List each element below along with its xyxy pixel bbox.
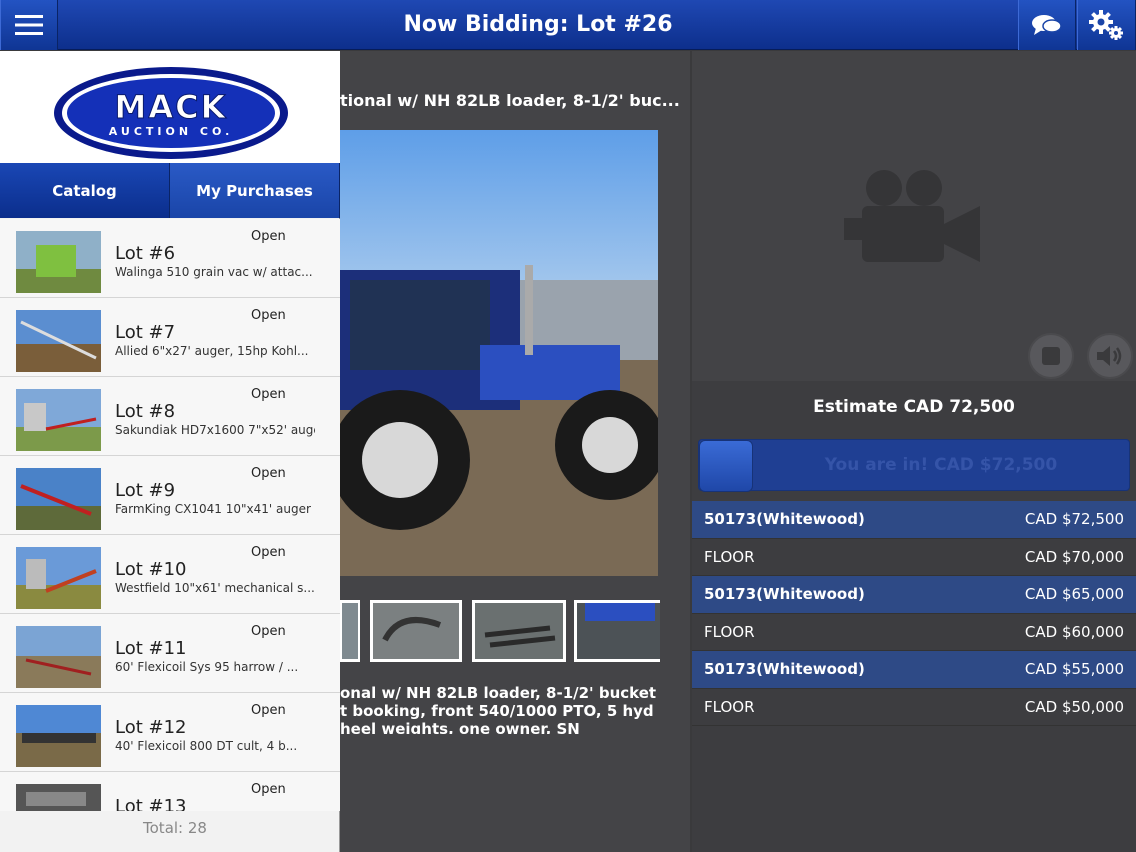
gears-icon (1088, 10, 1123, 40)
lot-list-item[interactable]: Open Lot #13 (0, 772, 340, 811)
lot-title: Lot #12 (115, 717, 187, 738)
lot-title: Lot #9 (115, 480, 176, 501)
lot-subtitle: 40' Flexicoil 800 DT cult, 4 b... (115, 739, 298, 753)
lot-description: onal w/ NH 82LB loader, 8-1/2' bucket t … (340, 684, 657, 734)
hamburger-icon (15, 15, 43, 35)
bidder: 50173(Whitewood) (704, 510, 865, 529)
lot-subtitle: 60' Flexicoil Sys 95 harrow / ... (115, 660, 299, 674)
lot-thumbnail (16, 310, 101, 372)
bid-amount: CAD $60,000 (1024, 622, 1124, 641)
lot-thumbnail (16, 626, 101, 688)
bid-amount: CAD $50,000 (1024, 697, 1124, 716)
lot-status: Open (251, 703, 286, 718)
lot-list-item[interactable]: Open Lot #6 Walinga 510 grain vac w/ att… (0, 219, 340, 298)
bid-row: 50173(Whitewood) CAD $72,500 (692, 501, 1136, 539)
lot-subtitle: Allied 6"x27' auger, 15hp Kohl... (115, 344, 309, 358)
lot-list-item[interactable]: Open Lot #10 Westfield 10"x61' mechanica… (0, 535, 340, 614)
menu-button[interactable] (0, 0, 58, 50)
bid-row: 50173(Whitewood) CAD $65,000 (692, 576, 1136, 614)
lot-thumbnail (16, 389, 101, 451)
lot-list-item[interactable]: Open Lot #7 Allied 6"x27' auger, 15hp Ko… (0, 298, 340, 377)
stop-button[interactable] (1028, 333, 1074, 379)
drawer-tabs: Catalog My Purchases (0, 163, 340, 218)
lot-thumbnail (16, 547, 101, 609)
top-bar: Now Bidding: Lot #26 (0, 0, 1136, 50)
settings-button[interactable] (1077, 0, 1136, 50)
lot-status: Open (251, 782, 286, 797)
lot-list-item[interactable]: Open Lot #9 FarmKing CX1041 10"x41' auge… (0, 456, 340, 535)
bidder: 50173(Whitewood) (704, 585, 865, 604)
lot-list-item[interactable]: Open Lot #8 Sakundiak HD7x1600 7"x52' au… (0, 377, 340, 456)
bid-row: FLOOR CAD $70,000 (692, 539, 1136, 576)
lot-title: Lot #8 (115, 401, 176, 422)
lot-status: Open (251, 308, 286, 323)
estimate-label: Estimate CAD 72,500 (813, 397, 1015, 417)
chat-icon (1032, 15, 1062, 35)
lot-subtitle: FarmKing CX1041 10"x41' auger ... (115, 502, 315, 516)
photo-thumbnail-strip[interactable] (340, 600, 660, 662)
bid-history: 50173(Whitewood) CAD $72,500 FLOOR CAD $70… (692, 501, 1136, 726)
bid-slider[interactable]: You are in! CAD $72,500 (698, 439, 1130, 492)
stop-icon (1042, 347, 1060, 365)
mack-auction-logo: MACK AUCTION CO. (54, 67, 288, 159)
lot-title: Lot #10 (115, 559, 187, 580)
chat-button[interactable] (1018, 0, 1076, 50)
bidder: FLOOR (704, 697, 755, 716)
video-player[interactable] (692, 51, 1136, 381)
bid-amount: CAD $70,000 (1024, 547, 1124, 566)
lot-status: Open (251, 545, 286, 560)
lot-status: Open (251, 229, 286, 244)
bidding-panel: Estimate CAD 72,500 You are in! CAD $72,… (692, 51, 1136, 852)
lot-subtitle: Walinga 510 grain vac w/ attac... (115, 265, 313, 279)
tab-catalog[interactable]: Catalog (0, 163, 170, 218)
bidder: FLOOR (704, 622, 755, 641)
lot-thumbnail (16, 784, 101, 811)
lot-main-photo[interactable] (340, 130, 658, 576)
bid-amount: CAD $72,500 (1024, 510, 1124, 529)
speaker-icon (1097, 346, 1122, 366)
lot-subtitle: Sakundiak HD7x1600 7"x52' auge... (115, 423, 315, 437)
bid-row: 50173(Whitewood) CAD $55,000 (692, 651, 1136, 689)
bidder: 50173(Whitewood) (704, 660, 865, 679)
lot-status: Open (251, 466, 286, 481)
lot-status: Open (251, 624, 286, 639)
lot-title: Lot #13 (115, 796, 187, 811)
bidder: FLOOR (704, 547, 755, 566)
svg-text:AUCTION CO.: AUCTION CO. (109, 125, 234, 138)
lot-title: Lot #7 (115, 322, 176, 343)
tab-my-purchases[interactable]: My Purchases (170, 163, 340, 218)
bid-amount: CAD $55,000 (1024, 660, 1124, 679)
lot-title: Lot #6 (115, 243, 176, 264)
lot-title: Lot #11 (115, 638, 187, 659)
lot-thumbnail (16, 468, 101, 530)
lot-list: Open Lot #6 Walinga 510 grain vac w/ att… (0, 219, 340, 811)
svg-text:MACK: MACK (115, 88, 228, 126)
lot-thumbnail (16, 231, 101, 293)
logo-area: MACK AUCTION CO. (0, 51, 340, 163)
bid-slider-handle[interactable] (699, 440, 753, 492)
catalog-drawer: MACK AUCTION CO. Catalog My Purchases Op… (0, 51, 340, 852)
bid-status-text: You are in! CAD $72,500 (824, 455, 1058, 475)
page-title: Now Bidding: Lot #26 (403, 12, 673, 37)
lot-status: Open (251, 387, 286, 402)
lot-heading: tional w/ NH 82LB loader, 8-1/2' buc... (340, 91, 680, 110)
video-camera-icon (844, 170, 980, 262)
lot-list-item[interactable]: Open Lot #12 40' Flexicoil 800 DT cult, … (0, 693, 340, 772)
lot-subtitle: Westfield 10"x61' mechanical s... (115, 581, 315, 595)
lot-thumbnail (16, 705, 101, 767)
lot-total: Total: 28 (143, 819, 207, 837)
bid-row: FLOOR CAD $60,000 (692, 614, 1136, 651)
lot-list-item[interactable]: Open Lot #11 60' Flexicoil Sys 95 harrow… (0, 614, 340, 693)
bid-row: FLOOR CAD $50,000 (692, 689, 1136, 726)
mute-button[interactable] (1087, 333, 1133, 379)
bid-amount: CAD $65,000 (1024, 585, 1124, 604)
